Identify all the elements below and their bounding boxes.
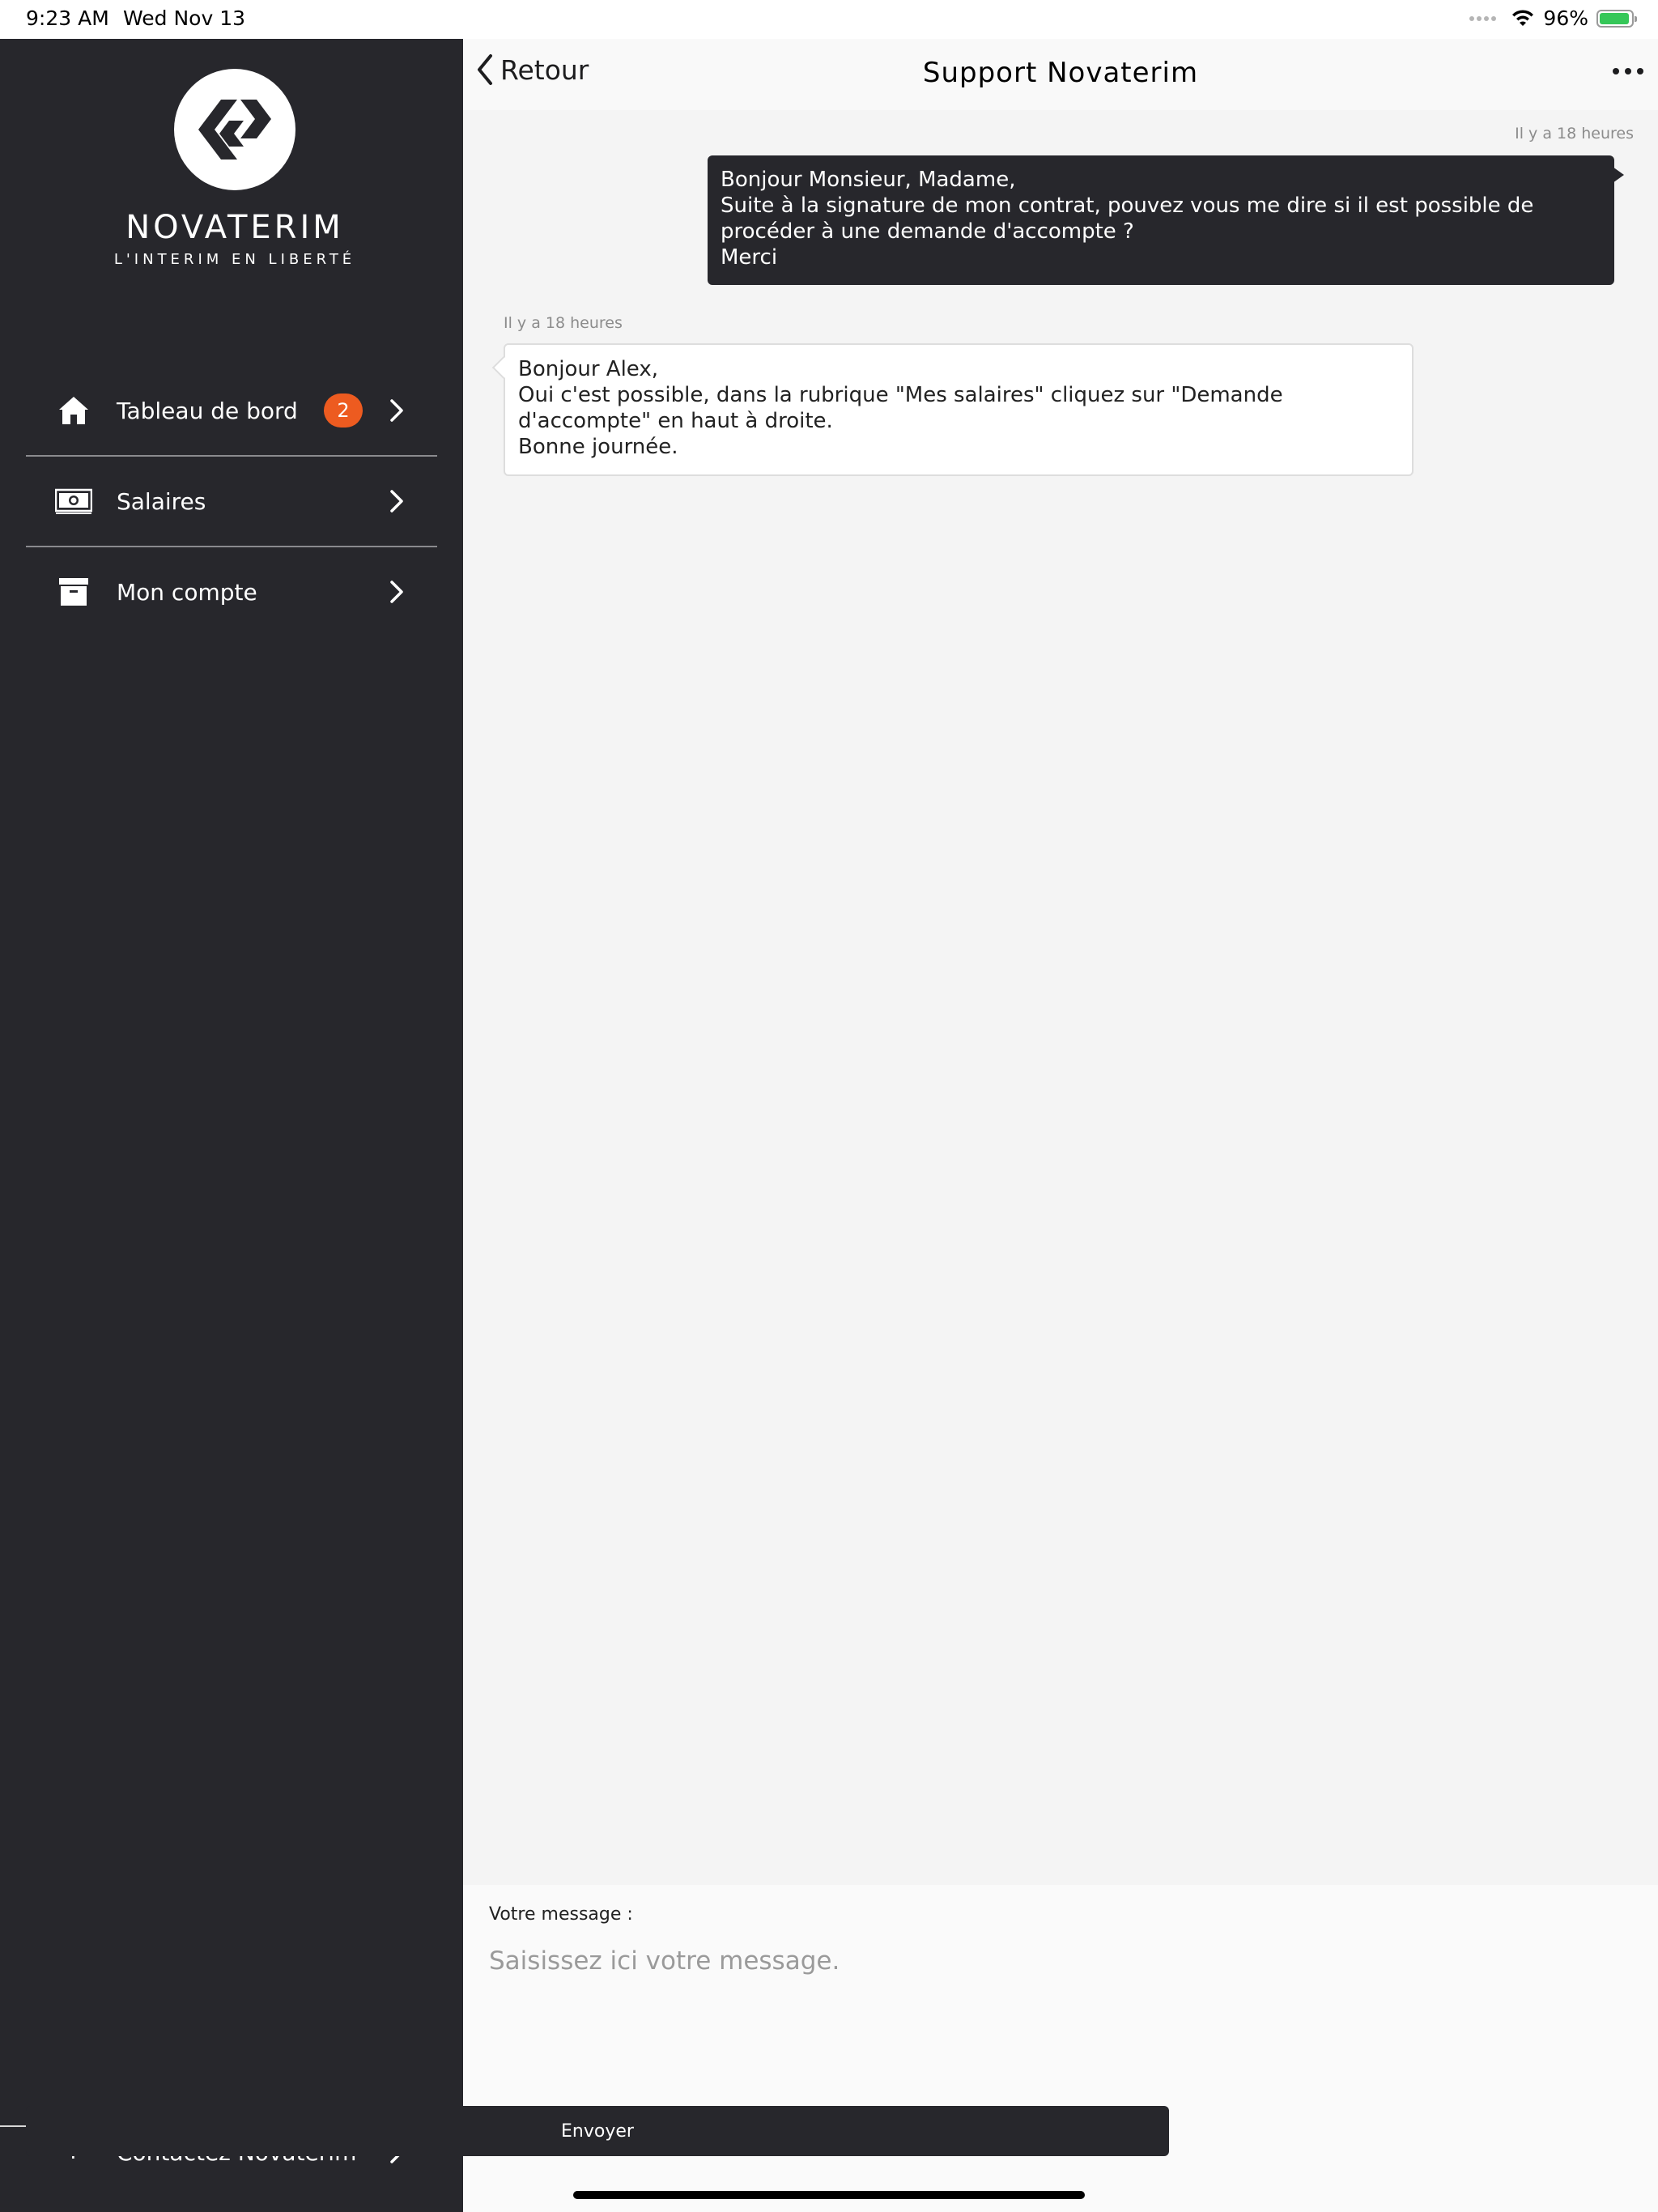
status-right: 96% xyxy=(1469,6,1637,30)
money-icon xyxy=(50,481,97,521)
sidebar-item-mon-compte[interactable]: Mon compte xyxy=(26,547,437,636)
novaterim-logo-icon xyxy=(174,69,295,190)
sidebar-item-salaires[interactable]: Salaires xyxy=(26,457,437,546)
sidebar-item-label: Tableau de bord xyxy=(117,397,298,424)
status-date: Wed Nov 13 xyxy=(123,6,246,30)
chevron-right-icon xyxy=(380,398,413,423)
message-field-label: Votre message : xyxy=(489,1904,633,1925)
home-indicator xyxy=(573,2191,1085,2199)
status-bar: 9:23 AM Wed Nov 13 96% xyxy=(0,0,1658,39)
battery-percent: 96% xyxy=(1543,6,1588,30)
sidebar-item-label: Mon compte xyxy=(117,578,257,606)
back-button[interactable]: Retour xyxy=(476,53,589,86)
message-input[interactable] xyxy=(481,1938,1630,2084)
message-timestamp: Il y a 18 heures xyxy=(1515,125,1634,143)
more-options-icon[interactable] xyxy=(1605,60,1652,83)
sidebar-item-dashboard[interactable]: Tableau de bord 2 xyxy=(26,366,437,455)
chat-panel: Retour Support Novaterim Il y a 18 heure… xyxy=(463,39,1658,2212)
brand-name: NOVATERIM xyxy=(125,209,344,246)
sidebar: NOVATERIM L'INTERIM EN LIBERTÉ Tableau d… xyxy=(0,39,463,2212)
send-button[interactable]: Envoyer xyxy=(26,2106,1169,2156)
sidebar-item-label: Salaires xyxy=(117,487,206,515)
message-timestamp: Il y a 18 heures xyxy=(504,314,623,332)
navigation-bar: Retour Support Novaterim xyxy=(463,39,1658,110)
message-outgoing: Bonjour Monsieur, Madame, Suite à la sig… xyxy=(708,155,1624,285)
chevron-left-icon xyxy=(478,54,492,85)
cellular-signal-icon xyxy=(1469,15,1497,21)
notification-badge: 2 xyxy=(324,393,363,428)
archive-box-icon xyxy=(50,572,97,612)
home-icon xyxy=(50,390,97,431)
chevron-right-icon xyxy=(380,489,413,513)
brand-tagline: L'INTERIM EN LIBERTÉ xyxy=(113,251,356,268)
message-incoming: Bonjour Alex, Oui c'est possible, dans l… xyxy=(504,343,1414,476)
wifi-icon xyxy=(1512,9,1534,26)
chevron-right-icon xyxy=(380,580,413,604)
page-title: Support Novaterim xyxy=(922,57,1199,89)
battery-icon xyxy=(1596,9,1637,28)
status-time: 9:23 AM xyxy=(26,6,109,30)
back-label: Retour xyxy=(500,53,589,86)
message-composer: Votre message : xyxy=(463,1885,1658,2212)
